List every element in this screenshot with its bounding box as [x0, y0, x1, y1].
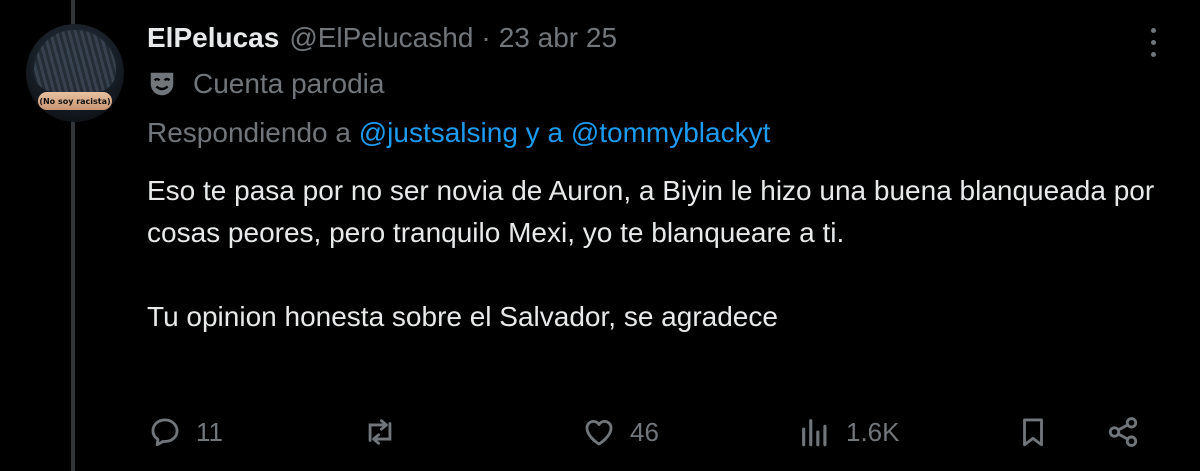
- avatar-caption: (No soy racista): [38, 92, 112, 110]
- heart-icon: [585, 419, 613, 446]
- views-icon: [802, 419, 827, 447]
- mention-tommyblackyt[interactable]: @tommyblackyt: [571, 117, 771, 148]
- mention-justsalsing[interactable]: @justsalsing: [359, 117, 518, 148]
- reply-count: 11: [196, 416, 223, 447]
- retweet-button[interactable]: [363, 410, 411, 454]
- user-handle[interactable]: @ElPelucashd: [289, 22, 473, 54]
- tweet-date[interactable]: 23 abr 25: [499, 22, 617, 54]
- avatar[interactable]: (No soy racista): [26, 24, 124, 122]
- more-options-button[interactable]: [1146, 24, 1160, 60]
- bookmark-icon: [1023, 418, 1043, 447]
- bookmark-button[interactable]: [1016, 410, 1050, 454]
- views-count: 1.6K: [846, 416, 900, 447]
- tweet-header: ElPelucas @ElPelucashd · 23 abr 25: [147, 22, 617, 56]
- reply-prefix: Respondiendo a: [147, 117, 351, 148]
- avatar-hair: [34, 30, 116, 92]
- parody-label: Cuenta parodia: [193, 68, 385, 99]
- retweet-icon: [368, 419, 392, 445]
- share-button[interactable]: [1106, 410, 1140, 454]
- reply-context: Respondiendo a @justsalsing y a @tommybl…: [147, 117, 770, 149]
- more-vertical-icon: [1150, 27, 1156, 33]
- parody-badge: Cuenta parodia: [147, 66, 384, 102]
- parody-mask-icon: [150, 72, 174, 96]
- separator-dot: ·: [481, 22, 491, 53]
- like-count: 46: [630, 416, 659, 447]
- reply-icon: [151, 418, 179, 447]
- tweet-paragraph-2: Tu opinion honesta sobre el Salvador, se…: [147, 301, 778, 332]
- tweet-text: Eso te pasa por no ser novia de Auron, a…: [147, 170, 1157, 338]
- like-button[interactable]: 46: [582, 410, 659, 454]
- reply-button[interactable]: 11: [148, 410, 223, 454]
- reply-conjunction: y a: [525, 117, 564, 148]
- share-icon: [1108, 417, 1138, 447]
- tweet-actions: 11 46 1.6K: [148, 410, 1158, 454]
- tweet-paragraph-1: Eso te pasa por no ser novia de Auron, a…: [147, 175, 1155, 248]
- views-button[interactable]: 1.6K: [798, 410, 900, 454]
- display-name[interactable]: ElPelucas: [147, 22, 279, 54]
